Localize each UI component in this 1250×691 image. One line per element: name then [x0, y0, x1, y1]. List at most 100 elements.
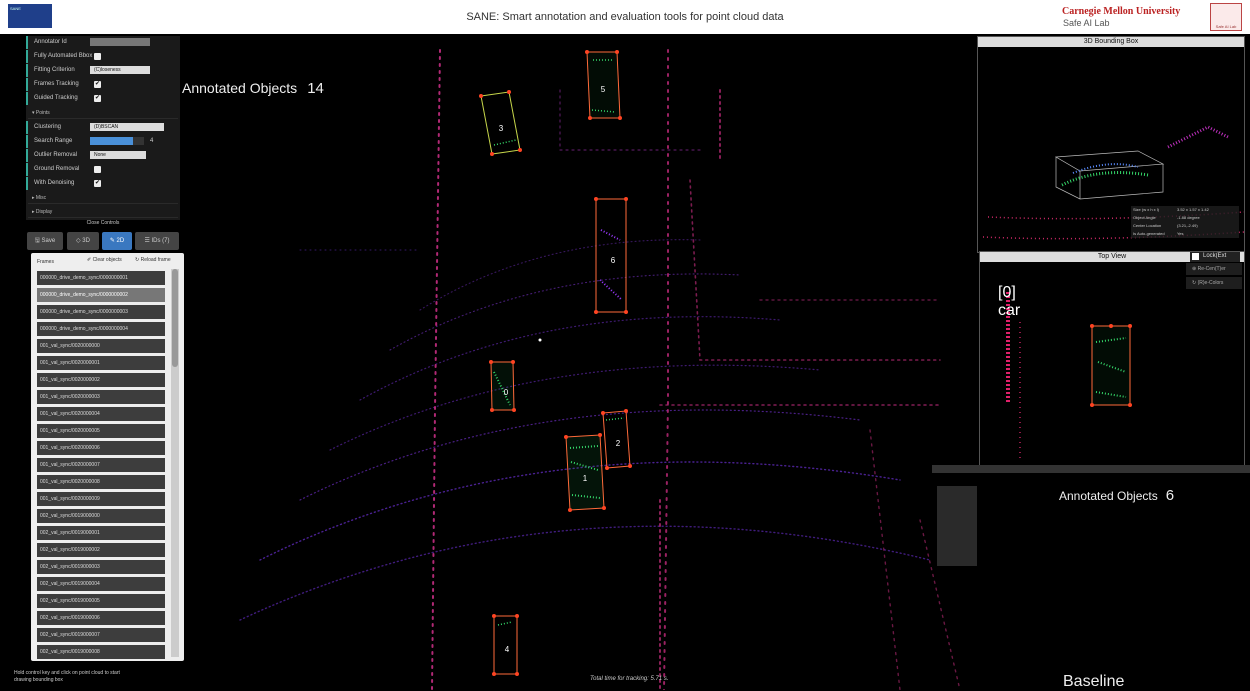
- annotator-id-row: Annotator Id: [26, 36, 182, 49]
- annotation-box[interactable]: 4: [492, 614, 519, 676]
- frame-item[interactable]: 001_val_sync/0020000005: [37, 424, 165, 438]
- clustering-select[interactable]: (D)BSCAN: [90, 123, 164, 131]
- annotation-box[interactable]: 2: [601, 409, 632, 470]
- frame-item[interactable]: 001_val_sync/0020000004: [37, 407, 165, 421]
- frame-item[interactable]: 002_val_sync/0019000001: [37, 526, 165, 540]
- info-row: Object Angle -1.88 degree: [1133, 215, 1200, 220]
- frames-header: Frames ✐ Clear objects ↻ Reload frame: [31, 253, 184, 267]
- recenter-button[interactable]: ⊕ Re-Cen(T)er: [1186, 263, 1242, 275]
- frame-item[interactable]: 000000_drive_demo_sync/0000000003: [37, 305, 165, 319]
- baseline-annotated-counter: Annotated Objects 6: [1059, 487, 1175, 504]
- ground-removal-checkbox[interactable]: [94, 166, 101, 173]
- clustering-row: Clustering (D)BSCAN: [26, 121, 182, 134]
- control-panel: Annotator Id Fully Automated Bbox Fittin…: [26, 36, 180, 220]
- frame-item[interactable]: 001_val_sync/0020000007: [37, 458, 165, 472]
- ids-button[interactable]: ☰ IDs (7): [135, 232, 179, 250]
- outlier-removal-select[interactable]: None: [90, 151, 146, 159]
- box-label: 0: [504, 388, 509, 397]
- points-folder[interactable]: ▾ Points: [28, 107, 178, 119]
- frame-item[interactable]: 000000_drive_demo_sync/0000000002: [37, 288, 165, 302]
- search-range-value: 4: [150, 138, 154, 144]
- frame-item[interactable]: 000000_drive_demo_sync/0000000001: [37, 271, 165, 285]
- frames-tracking-row: Frames Tracking ✔: [26, 78, 182, 91]
- guided-tracking-row: Guided Tracking ✔: [26, 92, 182, 105]
- cmu-logo-text: Carnegie Mellon University: [1062, 6, 1181, 17]
- frame-item[interactable]: 002_val_sync/0019000005: [37, 594, 165, 608]
- bbox-3d-title: 3D Bounding Box: [978, 37, 1244, 47]
- annotated-objects-counter: Annotated Objects 14: [182, 80, 324, 97]
- outlier-removal-row: Outlier Removal None: [26, 149, 182, 162]
- annotation-box[interactable]: 0: [489, 360, 516, 412]
- app-header: SANE SANE: Smart annotation and evaluati…: [0, 0, 1250, 34]
- display-folder[interactable]: ▸ Display: [28, 206, 178, 218]
- recolors-button[interactable]: ↻ (R)e-Colors: [1186, 277, 1242, 289]
- search-range-row: Search Range 4: [26, 135, 182, 148]
- fully-automated-checkbox[interactable]: [94, 53, 101, 60]
- list-icon: ☰: [144, 238, 152, 244]
- baseline-inset-panel: [937, 486, 977, 566]
- close-controls-button[interactable]: Close Controls: [26, 220, 180, 226]
- box-label: 5: [601, 85, 606, 94]
- misc-folder[interactable]: ▸ Misc: [28, 192, 178, 204]
- annotation-box[interactable]: 1: [564, 433, 606, 512]
- frames-tracking-checkbox[interactable]: ✔: [94, 81, 101, 88]
- annotation-box[interactable]: 6: [594, 197, 628, 314]
- bbox-info-table: Size (w x h x l) 3.52 x 1.57 x 1.42 Objec…: [1131, 206, 1239, 238]
- tracking-time: Total time for tracking: 5.71 s.: [590, 676, 669, 682]
- info-row: Size (w x h x l) 3.52 x 1.57 x 1.42: [1133, 207, 1209, 212]
- frame-item[interactable]: 002_val_sync/0019000002: [37, 543, 165, 557]
- frame-item[interactable]: 002_val_sync/0019000007: [37, 628, 165, 642]
- info-row: Center Location (3.21,-2.49): [1133, 223, 1198, 228]
- frame-item[interactable]: 001_val_sync/0020000006: [37, 441, 165, 455]
- frames-panel: Frames ✐ Clear objects ↻ Reload frame 00…: [31, 253, 184, 661]
- ground-removal-row: Ground Removal: [26, 163, 182, 176]
- frame-item[interactable]: 001_val_sync/0020000000: [37, 339, 165, 353]
- pencil-icon: ✎: [109, 238, 117, 244]
- save-icon: 🖫: [34, 238, 42, 244]
- baseline-label: Baseline: [1063, 673, 1125, 690]
- annotator-id-select[interactable]: [90, 38, 150, 46]
- frame-item[interactable]: 002_val_sync/0019000008: [37, 645, 165, 659]
- frame-item[interactable]: 001_val_sync/0020000001: [37, 356, 165, 370]
- box-label: 2: [616, 439, 621, 448]
- frame-item[interactable]: 001_val_sync/0020000009: [37, 492, 165, 506]
- fitting-criterion-select[interactable]: (C)loseness: [90, 66, 150, 74]
- lock-toggle[interactable]: Lock(Ext: [1190, 252, 1240, 262]
- frames-title: Frames: [37, 259, 54, 265]
- with-denoising-checkbox[interactable]: ✔: [94, 180, 101, 187]
- frame-item[interactable]: 000000_drive_demo_sync/0000000004: [37, 322, 165, 336]
- lab-crest-icon: Safe AI Lab: [1210, 3, 1242, 31]
- save-button[interactable]: 🖫 Save: [27, 232, 63, 250]
- frame-item[interactable]: 001_val_sync/0020000002: [37, 373, 165, 387]
- with-denoising-row: With Denoising ✔: [26, 177, 182, 190]
- drawing-hint: Hold control key and click on point clou…: [14, 670, 120, 683]
- frame-item[interactable]: 002_val_sync/0019000004: [37, 577, 165, 591]
- info-row: Is Auto-generated Yes: [1133, 231, 1184, 236]
- selected-object-label: [0] car: [998, 284, 1020, 320]
- box-label: 3: [499, 124, 504, 133]
- annotation-box[interactable]: 3: [479, 90, 522, 156]
- search-range-slider[interactable]: [90, 137, 144, 145]
- annotation-box[interactable]: 5: [585, 50, 622, 120]
- box-label: 6: [611, 256, 616, 265]
- frame-item[interactable]: 001_val_sync/0020000003: [37, 390, 165, 404]
- mode-2d-button[interactable]: ✎ 2D: [102, 232, 132, 250]
- fully-automated-row: Fully Automated Bbox: [26, 50, 182, 63]
- box-label: 1: [583, 474, 588, 483]
- object-id: [0]: [998, 284, 1016, 301]
- mode-3d-button[interactable]: ◇ 3D: [67, 232, 99, 250]
- box-label: 4: [505, 645, 510, 654]
- frame-item[interactable]: 002_val_sync/0019000000: [37, 509, 165, 523]
- reload-frame-button[interactable]: ↻ Reload frame: [135, 257, 171, 263]
- clear-objects-button[interactable]: ✐ Clear objects: [87, 257, 122, 263]
- fitting-criterion-row: Fitting Criterion (C)loseness: [26, 64, 182, 77]
- baseline-inset-toolbar: [932, 465, 1250, 473]
- guided-tracking-checkbox[interactable]: ✔: [94, 95, 101, 102]
- frame-item[interactable]: 002_val_sync/0019000006: [37, 611, 165, 625]
- frame-item[interactable]: 002_val_sync/0019000003: [37, 560, 165, 574]
- object-class: car: [998, 302, 1021, 319]
- lock-checkbox[interactable]: [1192, 253, 1199, 260]
- lab-name: Safe AI Lab: [1063, 18, 1110, 28]
- frame-item[interactable]: 001_val_sync/0020000008: [37, 475, 165, 489]
- frames-scrollbar-thumb[interactable]: [172, 269, 178, 367]
